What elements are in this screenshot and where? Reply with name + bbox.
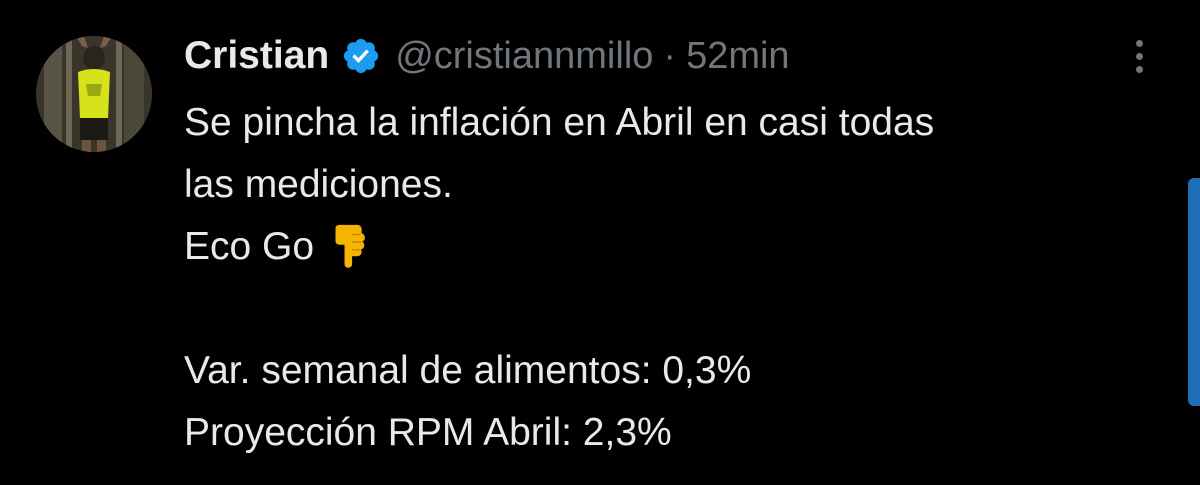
tweet-text-line: Eco Go	[184, 216, 1174, 278]
avatar[interactable]	[36, 36, 152, 152]
stat-line: Var. semanal de alimentos: 0,3%	[184, 349, 752, 392]
author-name[interactable]: Cristian	[184, 34, 329, 78]
timestamp[interactable]: 52min	[686, 35, 790, 78]
avatar-photo	[36, 36, 152, 152]
separator-dot: ·	[663, 34, 677, 77]
stat-line: Proyección RPM Abril: 2,3%	[184, 411, 672, 454]
tweet-text-line: Se pincha la inflación en Abril en casi …	[184, 101, 935, 144]
verified-badge-icon	[344, 38, 379, 74]
tweet-text-line: las mediciones.	[184, 163, 453, 206]
tweet-text-source: Eco Go	[184, 225, 315, 268]
scroll-indicator[interactable]	[1188, 178, 1200, 406]
tweet-header: Cristian @cristiannmillo · 52min	[184, 28, 790, 84]
tweet-card[interactable]: Cristian @cristiannmillo · 52min Se pinc…	[0, 0, 1200, 485]
pointing-down-hand-icon	[335, 224, 365, 268]
author-handle[interactable]: @cristiannmillo	[395, 35, 653, 78]
more-options-icon[interactable]	[1128, 40, 1152, 80]
tweet-text: Se pincha la inflación en Abril en casi …	[184, 92, 1174, 464]
